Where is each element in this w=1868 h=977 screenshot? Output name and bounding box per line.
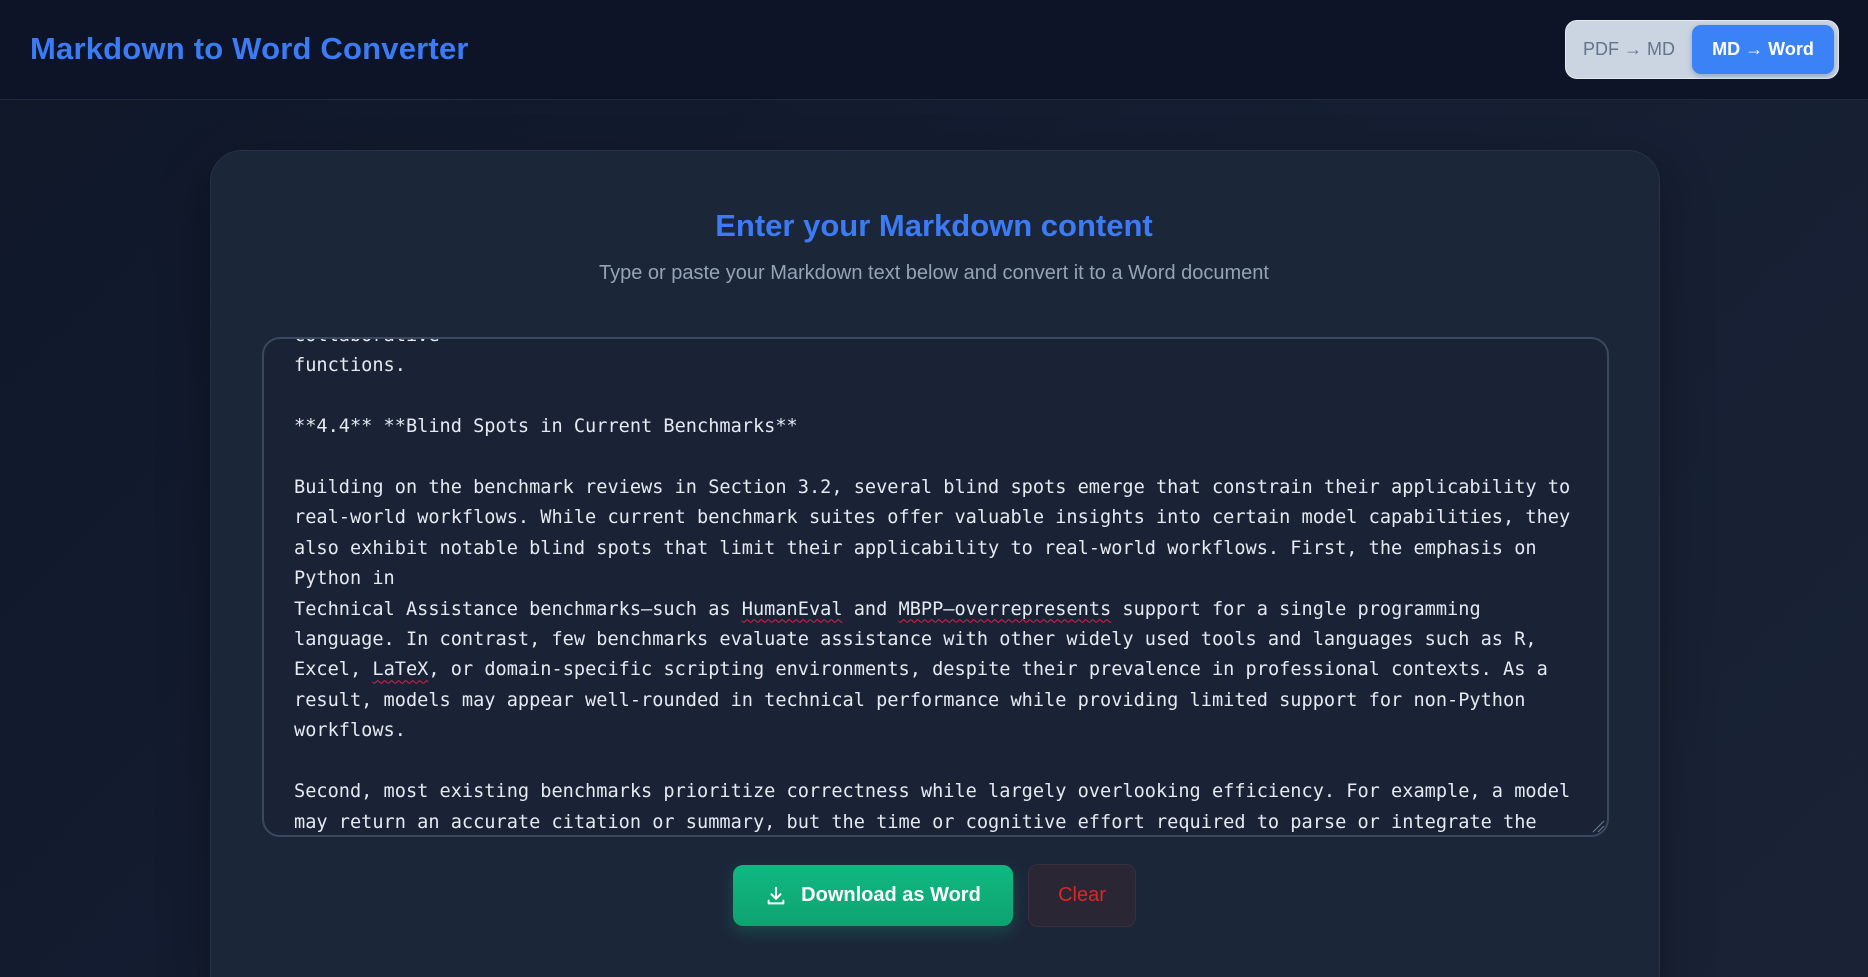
clear-button[interactable]: Clear bbox=[1028, 864, 1136, 927]
editor-line: **4.4** **Blind Spots in Current Benchma… bbox=[294, 416, 798, 438]
tab-pdf-to-md[interactable]: PDF → MD bbox=[1570, 25, 1688, 74]
misspelled-word: MBPP—overrepresents bbox=[898, 598, 1112, 620]
editor-line: functions. bbox=[294, 355, 406, 377]
download-icon bbox=[765, 885, 787, 907]
editor-line: may return an accurate citation or summa… bbox=[294, 811, 1537, 833]
misspelled-word: LaTeX bbox=[372, 659, 429, 681]
page-subtitle: Type or paste your Markdown text below a… bbox=[599, 262, 1269, 284]
editor-line: Python in bbox=[294, 568, 395, 590]
mode-switch: PDF → MD MD → Word bbox=[1565, 20, 1839, 79]
editor-line: collaborative bbox=[294, 339, 1584, 351]
editor-line: workflows. bbox=[294, 720, 406, 742]
editor-line: Second, most existing benchmarks priorit… bbox=[294, 781, 1571, 803]
editor-line: result, models may appear well-rounded i… bbox=[294, 689, 1526, 711]
misspelled-word: HumanEval bbox=[741, 598, 843, 620]
editor-line: also exhibit notable blind spots that li… bbox=[294, 537, 1537, 559]
markdown-content: collaborative functions. **4.4** **Blind … bbox=[294, 339, 1584, 835]
editor-line: real-world workflows. While current benc… bbox=[294, 507, 1571, 529]
editor-line-spellcheck: Excel, LaTeX, or domain-specific scripti… bbox=[294, 659, 1548, 681]
download-button-label: Download as Word bbox=[801, 884, 981, 906]
page-title: Enter your Markdown content bbox=[715, 208, 1153, 243]
tab-md-to-word[interactable]: MD → Word bbox=[1692, 25, 1834, 74]
app-header: Markdown to Word Converter PDF → MD MD →… bbox=[0, 0, 1868, 100]
editor-line: language. In contrast, few benchmarks ev… bbox=[294, 629, 1537, 651]
editor-line-spellcheck: Technical Assistance benchmarks—such as … bbox=[294, 598, 1481, 620]
download-word-button[interactable]: Download as Word bbox=[733, 865, 1013, 926]
editor-line: Building on the benchmark reviews in Sec… bbox=[294, 477, 1571, 499]
app-title: Markdown to Word Converter bbox=[30, 31, 469, 66]
markdown-textarea[interactable]: collaborative functions. **4.4** **Blind … bbox=[262, 337, 1609, 837]
resize-handle-icon[interactable] bbox=[1589, 817, 1605, 833]
